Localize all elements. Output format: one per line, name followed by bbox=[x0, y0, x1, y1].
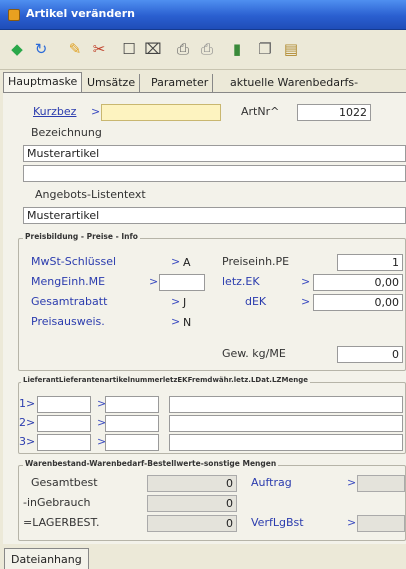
bezeichnung-label: Bezeichnung bbox=[31, 126, 102, 139]
dek-arrow[interactable]: > bbox=[301, 295, 310, 308]
tab-umsaetze[interactable]: Umsätze bbox=[83, 74, 141, 92]
stop-icon[interactable]: ⌧ bbox=[142, 38, 164, 60]
preisbildung-group: Preisbildung - Preise - Info MwSt-Schlüs… bbox=[18, 232, 406, 371]
preisbildung-title: Preisbildung - Preise - Info bbox=[23, 232, 140, 241]
letzek-input[interactable]: 0,00 bbox=[313, 274, 403, 291]
mwst-label: MwSt-Schlüssel bbox=[31, 255, 117, 268]
artnr-label: ArtNr^ bbox=[241, 105, 280, 118]
angebots-input[interactable]: Musterartikel bbox=[23, 207, 406, 224]
dek-input[interactable]: 0,00 bbox=[313, 294, 403, 311]
tools-icon[interactable]: ✂ bbox=[88, 38, 110, 60]
mengeinh-label: MengEinh.ME bbox=[31, 275, 106, 288]
lieferant-row-2-label: 2> bbox=[19, 416, 36, 429]
gesamtbest-label: Gesamtbest bbox=[31, 476, 98, 489]
lieferant-group: LieferantLieferantenartikelnummerletzEKF… bbox=[18, 376, 406, 454]
refresh-icon[interactable]: ↻ bbox=[30, 38, 52, 60]
preiseinh-input[interactable]: 1 bbox=[337, 254, 403, 271]
lieferant-row-3-label: 3> bbox=[19, 435, 36, 448]
export-icon[interactable]: ▮ bbox=[226, 38, 248, 60]
gew-input[interactable]: 0 bbox=[337, 346, 403, 363]
mwst-input[interactable]: A bbox=[179, 254, 203, 271]
ingebrauch-label: -inGebrauch bbox=[23, 496, 91, 509]
letzek-label: letz.EK bbox=[222, 275, 260, 288]
letzek-arrow[interactable]: > bbox=[301, 275, 310, 288]
copy-icon[interactable]: ❐ bbox=[254, 38, 276, 60]
lieferant-row-1-label: 1> bbox=[19, 397, 36, 410]
artikelnummer-3-input[interactable] bbox=[105, 434, 159, 451]
gesamtrabatt-input[interactable]: J bbox=[179, 294, 203, 311]
kurzbez-arrow[interactable]: > bbox=[91, 105, 100, 118]
lieferant-3-input[interactable] bbox=[37, 434, 91, 451]
verflgbst-label: VerfLgBst bbox=[251, 516, 304, 529]
auftrag-label: Auftrag bbox=[251, 476, 292, 489]
mengeinh-arrow[interactable]: > bbox=[149, 275, 158, 288]
artikelnummer-2-input[interactable] bbox=[105, 415, 159, 432]
lieferant-3-details[interactable] bbox=[169, 434, 403, 451]
app-icon bbox=[8, 9, 20, 21]
back-icon[interactable]: ◆ bbox=[6, 38, 28, 60]
tab-parameter[interactable]: Parameter bbox=[147, 74, 214, 92]
toolbar: ◆ ↻ ✎ ✂ ☐ ⌧ ⎙ ⎙ ▮ ❐ ▤ bbox=[0, 30, 406, 70]
auftrag-arrow[interactable]: > bbox=[347, 476, 356, 489]
verflgbst-field bbox=[357, 515, 405, 532]
auftrag-field bbox=[357, 475, 405, 492]
lieferant-1-input[interactable] bbox=[37, 396, 91, 413]
mengeinh-input[interactable] bbox=[159, 274, 205, 291]
lieferant-2-details[interactable] bbox=[169, 415, 403, 432]
key-icon[interactable]: ✎ bbox=[64, 38, 86, 60]
kurzbez-label[interactable]: Kurzbez bbox=[33, 105, 76, 118]
verflgbst-arrow[interactable]: > bbox=[347, 516, 356, 529]
bezeichnung2-input[interactable] bbox=[23, 165, 406, 182]
ingebrauch-field: 0 bbox=[147, 495, 237, 512]
tab-bar: Hauptmaske Umsätze Parameter aktuelle Wa… bbox=[0, 70, 406, 93]
preiseinh-label: Preiseinh.PE bbox=[222, 255, 290, 268]
preisausweis-input[interactable]: N bbox=[179, 314, 203, 331]
warenbestand-group: Warenbestand-Warenbedarf-Bestellwerte-so… bbox=[18, 459, 406, 541]
lieferant-2-input[interactable] bbox=[37, 415, 91, 432]
lagerbest-field: 0 bbox=[147, 515, 237, 532]
dek-label: dEK bbox=[245, 295, 267, 308]
kurzbez-input[interactable] bbox=[101, 104, 221, 121]
bezeichnung-input[interactable]: Musterartikel bbox=[23, 145, 406, 162]
warenbestand-title: Warenbestand-Warenbedarf-Bestellwerte-so… bbox=[23, 459, 279, 468]
artnr-field[interactable]: 1022 bbox=[297, 104, 371, 121]
tab-hauptmaske[interactable]: Hauptmaske bbox=[3, 72, 83, 93]
lagerbest-label: =LAGERBEST. bbox=[23, 516, 100, 529]
window-title: Artikel verändern bbox=[26, 7, 135, 20]
artikelnummer-1-input[interactable] bbox=[105, 396, 159, 413]
preisausweis-label: Preisausweis. bbox=[31, 315, 105, 328]
gesamtrabatt-label: Gesamtrabatt bbox=[31, 295, 108, 308]
title-bar: Artikel verändern bbox=[0, 0, 406, 30]
print-preview-icon[interactable]: ⎙ bbox=[196, 38, 218, 60]
tab-dateianhang[interactable]: Dateianhang bbox=[4, 548, 89, 569]
lieferant-1-details[interactable] bbox=[169, 396, 403, 413]
angebots-label: Angebots-Listentext bbox=[35, 188, 146, 201]
main-panel: Kurzbez > ArtNr^ 1022 Bezeichnung Muster… bbox=[3, 92, 406, 544]
gew-label: Gew. kg/ME bbox=[222, 347, 286, 360]
paste-icon[interactable]: ▤ bbox=[280, 38, 302, 60]
blank-page-icon[interactable]: ☐ bbox=[118, 38, 140, 60]
tab-aktuelle-warenbedarfs[interactable]: aktuelle Warenbedarfs- bbox=[226, 74, 363, 92]
lieferant-title: LieferantLieferantenartikelnummerletzEKF… bbox=[21, 376, 310, 384]
gesamtbest-field: 0 bbox=[147, 475, 237, 492]
print-icon[interactable]: ⎙ bbox=[172, 38, 194, 60]
